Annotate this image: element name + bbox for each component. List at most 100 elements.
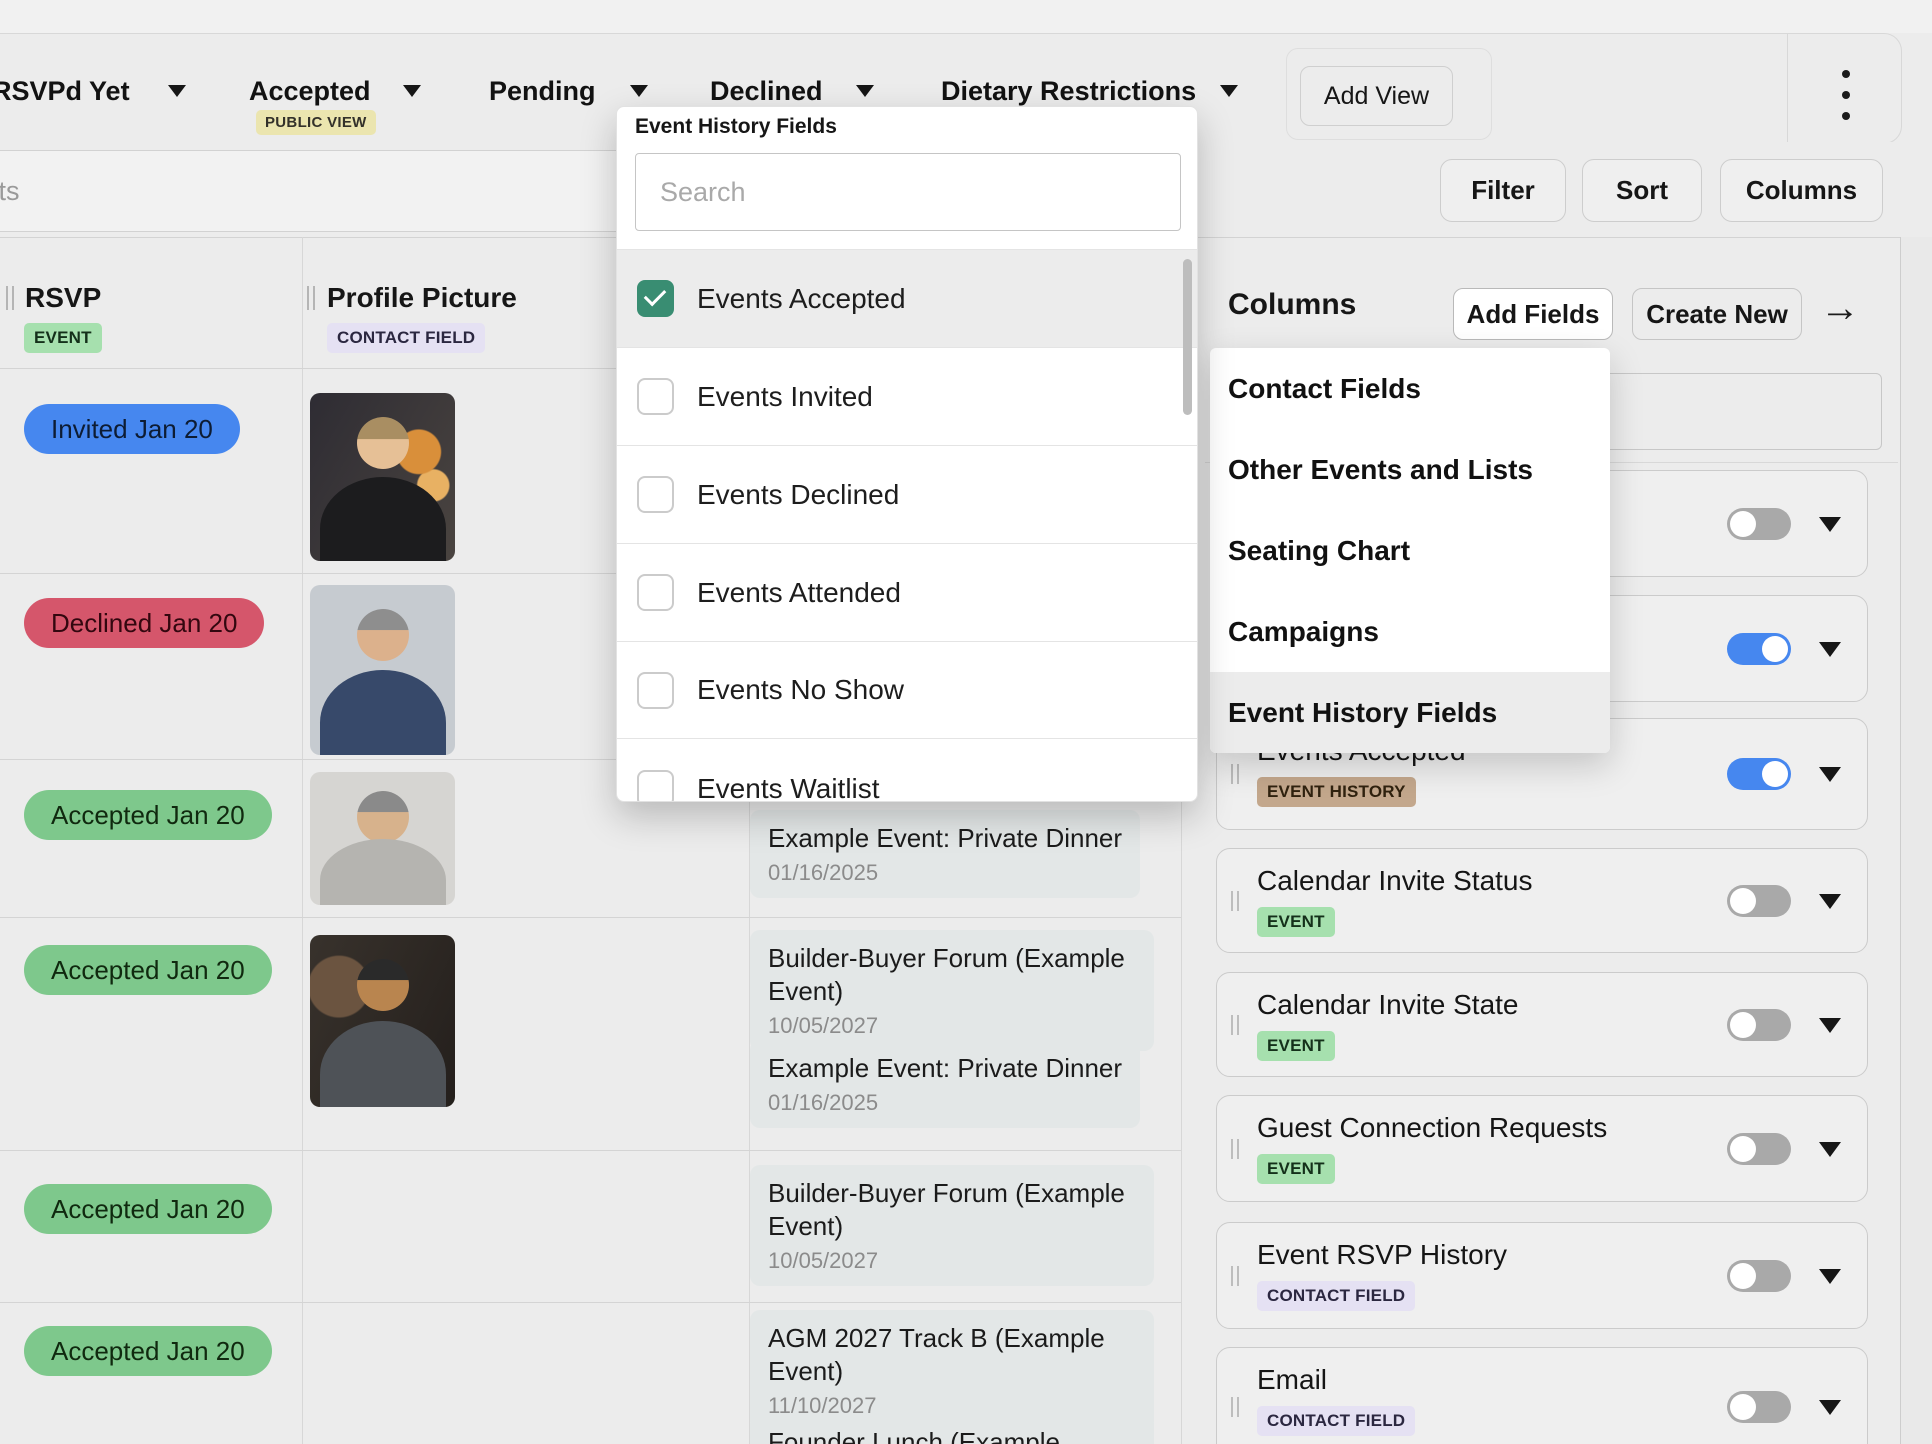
rsvp-status-pill[interactable]: Accepted Jan 20 (24, 1184, 272, 1234)
rsvp-status-pill[interactable]: Accepted Jan 20 (24, 945, 272, 995)
collapse-panel-arrow-icon[interactable]: → (1820, 286, 1860, 331)
field-card-guest-connection-requests[interactable]: Guest Connection Requests EVENT (1216, 1095, 1868, 1202)
dropdown-scrollbar[interactable] (1183, 259, 1192, 415)
rsvp-status-pill[interactable]: Declined Jan 20 (24, 598, 264, 648)
field-visibility-toggle[interactable] (1727, 885, 1791, 917)
drag-handle-icon[interactable] (1231, 1397, 1239, 1417)
event-history-chip[interactable]: Example Event: Private Dinner 01/16/2025 (750, 1040, 1140, 1128)
checkbox-unchecked-icon[interactable] (637, 476, 674, 513)
row-divider (0, 917, 1181, 918)
field-card-calendar-invite-status[interactable]: Calendar Invite Status EVENT (1216, 848, 1868, 953)
option-label: Events No Show (697, 674, 904, 706)
columns-button[interactable]: Columns (1720, 159, 1883, 222)
checkbox-unchecked-icon[interactable] (637, 378, 674, 415)
event-history-chip[interactable]: Founder Lunch (Example Event) (750, 1414, 1154, 1444)
field-visibility-toggle[interactable] (1727, 1391, 1791, 1423)
field-visibility-toggle[interactable] (1727, 1009, 1791, 1041)
menu-item-seating-chart[interactable]: Seating Chart (1210, 510, 1610, 591)
field-visibility-toggle[interactable] (1727, 758, 1791, 790)
option-events-attended[interactable]: Events Attended (617, 544, 1197, 642)
column-header-profile-picture[interactable]: Profile Picture (327, 282, 517, 314)
scroll-gutter[interactable] (1901, 237, 1932, 1444)
field-visibility-toggle[interactable] (1727, 1260, 1791, 1292)
row-divider (0, 1150, 1181, 1151)
field-visibility-toggle[interactable] (1727, 508, 1791, 540)
chevron-down-icon[interactable] (1819, 642, 1841, 657)
chevron-down-icon[interactable] (630, 85, 648, 97)
rsvp-status-pill[interactable]: Accepted Jan 20 (24, 1326, 272, 1376)
chevron-down-icon[interactable] (1819, 1400, 1841, 1415)
tab-declined[interactable]: Declined (710, 76, 823, 107)
chevron-down-icon[interactable] (1819, 1142, 1841, 1157)
event-history-chip[interactable]: Builder-Buyer Forum (Example Event) 10/0… (750, 930, 1154, 1051)
field-card-calendar-invite-state[interactable]: Calendar Invite State EVENT (1216, 972, 1868, 1077)
option-events-invited[interactable]: Events Invited (617, 348, 1197, 446)
event-history-fields-dropdown: Event History Fields Events Accepted Eve… (616, 106, 1198, 802)
option-label: Events Accepted (697, 283, 906, 315)
chevron-down-icon[interactable] (1819, 517, 1841, 532)
checkbox-checked-icon[interactable] (637, 280, 674, 317)
rsvp-status-pill[interactable]: Accepted Jan 20 (24, 790, 272, 840)
chevron-down-icon[interactable] (1819, 1018, 1841, 1033)
event-date: 01/16/2025 (768, 860, 1122, 886)
menu-item-other-events-and-lists[interactable]: Other Events and Lists (1210, 429, 1610, 510)
dropdown-search-input[interactable] (635, 153, 1181, 231)
menu-item-event-history-fields[interactable]: Event History Fields (1210, 672, 1610, 753)
add-fields-button[interactable]: Add Fields (1453, 288, 1613, 340)
drag-handle-icon[interactable] (1231, 1266, 1239, 1286)
chevron-down-icon[interactable] (403, 85, 421, 97)
chevron-down-icon[interactable] (856, 85, 874, 97)
more-options-icon[interactable] (1838, 70, 1854, 120)
checkbox-unchecked-icon[interactable] (637, 770, 674, 802)
tab-dietary-restrictions[interactable]: Dietary Restrictions (941, 76, 1196, 107)
column-divider[interactable] (302, 237, 303, 1444)
column-drag-handle[interactable] (6, 286, 14, 310)
sort-button[interactable]: Sort (1582, 159, 1702, 222)
tab-accepted[interactable]: Accepted (249, 76, 371, 107)
dropdown-title: Event History Fields (635, 115, 837, 139)
app-window: RSVPd Yet Accepted PUBLIC VIEW Pending D… (0, 0, 1932, 1444)
field-card-email[interactable]: Email CONTACT FIELD (1216, 1347, 1868, 1444)
chevron-down-icon[interactable] (1819, 1269, 1841, 1284)
profile-photo[interactable] (310, 772, 455, 905)
filter-button[interactable]: Filter (1440, 159, 1566, 222)
event-date: 01/16/2025 (768, 1090, 1122, 1116)
event-history-chip[interactable]: Example Event: Private Dinner 01/16/2025 (750, 810, 1140, 898)
option-events-waitlist[interactable]: Events Waitlist (617, 739, 1197, 802)
search-text: sts (0, 176, 20, 207)
event-history-chip[interactable]: Builder-Buyer Forum (Example Event) 10/0… (750, 1165, 1154, 1286)
rsvp-status-pill[interactable]: Invited Jan 20 (24, 404, 240, 454)
menu-item-campaigns[interactable]: Campaigns (1210, 591, 1610, 672)
chevron-down-icon[interactable] (168, 85, 186, 97)
add-view-button[interactable]: Add View (1300, 66, 1453, 126)
row-divider (0, 1302, 1181, 1303)
chevron-down-icon[interactable] (1220, 85, 1238, 97)
checkbox-unchecked-icon[interactable] (637, 672, 674, 709)
field-visibility-toggle[interactable] (1727, 633, 1791, 665)
column-drag-handle[interactable] (307, 286, 315, 310)
profile-photo[interactable] (310, 585, 455, 755)
column-header-rsvp[interactable]: RSVP (25, 282, 101, 314)
chevron-down-icon[interactable] (1819, 767, 1841, 782)
create-new-button[interactable]: Create New (1632, 288, 1802, 340)
drag-handle-icon[interactable] (1231, 1139, 1239, 1159)
event-title: Builder-Buyer Forum (Example Event) (768, 942, 1136, 1008)
option-events-no-show[interactable]: Events No Show (617, 642, 1197, 739)
drag-handle-icon[interactable] (1231, 764, 1239, 784)
tab-pending[interactable]: Pending (489, 76, 596, 107)
menu-item-contact-fields[interactable]: Contact Fields (1210, 348, 1610, 429)
chevron-down-icon[interactable] (1819, 894, 1841, 909)
event-date: 10/05/2027 (768, 1248, 1136, 1274)
field-card-event-rsvp-history[interactable]: Event RSVP History CONTACT FIELD (1216, 1222, 1868, 1329)
profile-photo[interactable] (310, 935, 455, 1107)
option-events-accepted[interactable]: Events Accepted (617, 249, 1197, 348)
profile-photo[interactable] (310, 393, 455, 561)
drag-handle-icon[interactable] (1231, 1015, 1239, 1035)
checkbox-unchecked-icon[interactable] (637, 574, 674, 611)
option-events-declined[interactable]: Events Declined (617, 446, 1197, 544)
event-title: Example Event: Private Dinner (768, 822, 1122, 855)
drag-handle-icon[interactable] (1231, 891, 1239, 911)
field-visibility-toggle[interactable] (1727, 1133, 1791, 1165)
tab-rsvpd-yet[interactable]: RSVPd Yet (0, 76, 130, 107)
event-history-chip[interactable]: AGM 2027 Track B (Example Event) 11/10/2… (750, 1310, 1154, 1431)
